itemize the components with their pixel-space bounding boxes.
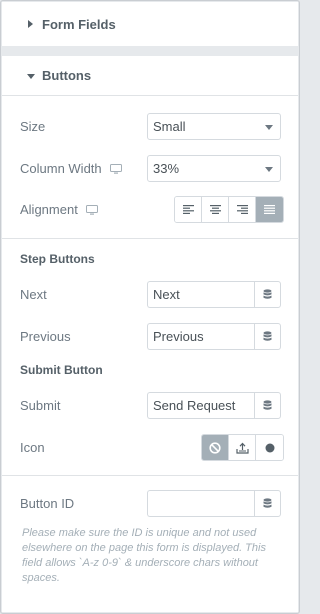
button-id-label: Button ID <box>20 496 75 511</box>
database-icon <box>263 400 272 411</box>
align-left-icon[interactable] <box>175 197 202 222</box>
database-icon <box>263 289 272 300</box>
section-title: Form Fields <box>42 16 116 32</box>
section-form-fields[interactable]: Form Fields <box>2 2 298 46</box>
ban-icon[interactable] <box>202 435 229 460</box>
chevron-down-icon <box>265 125 273 130</box>
next-value: Next <box>153 287 180 302</box>
section-title: Buttons <box>42 68 92 83</box>
caret-down-icon <box>26 72 42 80</box>
dynamic-tags-button[interactable] <box>254 392 281 419</box>
alignment-label-wrap: Alignment <box>20 202 98 217</box>
desktop-icon[interactable] <box>85 204 98 215</box>
desktop-icon[interactable] <box>109 163 122 174</box>
alignment-label: Alignment <box>20 202 78 217</box>
section-buttons[interactable]: Buttons <box>2 56 298 96</box>
button-id-input[interactable] <box>147 490 254 517</box>
previous-button-text-input[interactable]: Previous <box>147 323 254 350</box>
caret-right-icon <box>26 19 42 29</box>
align-justify-icon[interactable] <box>256 197 283 222</box>
icon-toggle-group <box>201 434 284 461</box>
submit-value: Send Request <box>153 398 236 413</box>
submit-button-text-input[interactable]: Send Request <box>147 392 254 419</box>
next-button-text-input[interactable]: Next <box>147 281 254 308</box>
icon-label: Icon <box>20 440 45 455</box>
align-center-icon[interactable] <box>202 197 229 222</box>
previous-value: Previous <box>153 329 204 344</box>
submit-button-heading: Submit Button <box>20 363 103 377</box>
dynamic-tags-button[interactable] <box>254 323 281 350</box>
database-icon <box>263 498 272 509</box>
column-width-label-wrap: Column Width <box>20 161 122 176</box>
alignment-toggle-group <box>174 196 284 223</box>
database-icon <box>263 331 272 342</box>
size-value: Small <box>153 119 186 134</box>
column-width-select[interactable]: 33% <box>147 155 281 182</box>
column-width-value: 33% <box>153 161 180 176</box>
divider <box>2 238 298 239</box>
next-label: Next <box>20 287 47 302</box>
submit-label: Submit <box>20 398 61 413</box>
align-right-icon[interactable] <box>229 197 256 222</box>
size-label: Size <box>20 119 46 134</box>
upload-icon[interactable] <box>229 435 256 460</box>
chevron-down-icon <box>265 167 273 172</box>
dynamic-tags-button[interactable] <box>254 490 281 517</box>
circle-icon[interactable] <box>256 435 283 460</box>
divider <box>2 475 298 476</box>
size-select[interactable]: Small <box>147 113 281 140</box>
dynamic-tags-button[interactable] <box>254 281 281 308</box>
previous-label: Previous <box>20 329 71 344</box>
step-buttons-heading: Step Buttons <box>20 252 95 266</box>
column-width-label: Column Width <box>20 161 102 176</box>
button-id-help-text: Please make sure the ID is unique and no… <box>22 527 266 584</box>
